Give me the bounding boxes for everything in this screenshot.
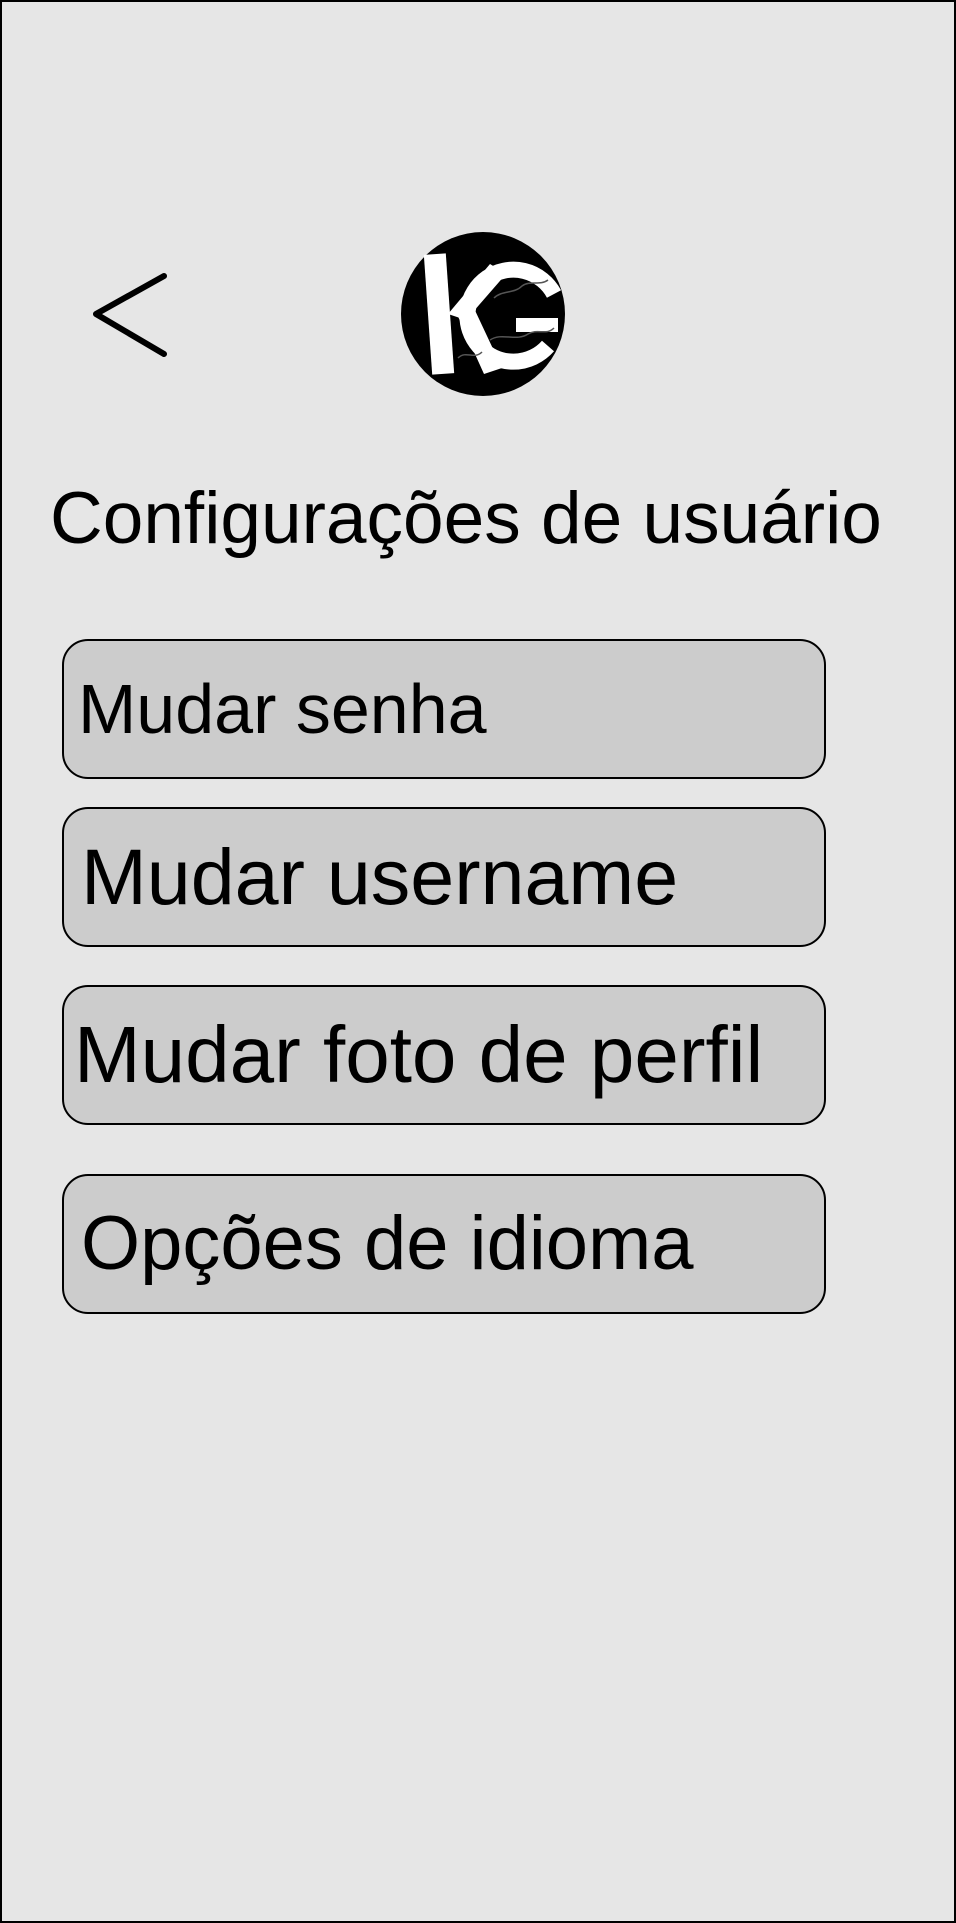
chevron-left-icon — [93, 273, 167, 357]
change-password-button[interactable]: Mudar senha — [62, 639, 826, 779]
change-profile-photo-label: Mudar foto de perfil — [74, 1010, 764, 1099]
back-button[interactable] — [84, 264, 184, 374]
settings-screen: Configurações de usuário Mudar senha Mud… — [0, 0, 956, 1923]
change-password-label: Mudar senha — [78, 670, 487, 748]
page-title: Configurações de usuário — [50, 478, 882, 559]
change-username-label: Mudar username — [81, 832, 679, 921]
language-options-label: Opções de idioma — [81, 1201, 694, 1286]
kg-logo — [398, 228, 568, 400]
change-username-button[interactable]: Mudar username — [62, 807, 826, 947]
language-options-button[interactable]: Opções de idioma — [62, 1174, 826, 1314]
change-profile-photo-button[interactable]: Mudar foto de perfil — [62, 985, 826, 1125]
